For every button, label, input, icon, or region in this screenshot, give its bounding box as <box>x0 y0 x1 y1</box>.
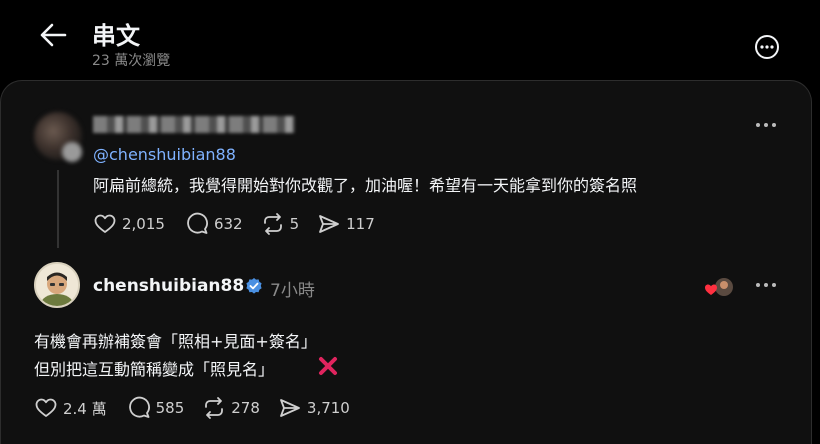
post-actions: 2.4 萬 585 278 3,710 <box>34 396 350 420</box>
repost-icon <box>205 397 224 419</box>
top-bar: 串文 23 萬次瀏覽 <box>0 0 820 80</box>
liked-by-author-icon <box>705 278 733 296</box>
comment-icon <box>187 212 208 234</box>
comment-icon <box>128 396 150 418</box>
reply-text: 阿扁前總統，我覺得開始對你改觀了，加油喔！希望有一天能拿到你的簽名照 <box>93 176 638 195</box>
author-username[interactable]: chenshuibian88 <box>93 276 244 296</box>
repost-icon <box>263 213 282 235</box>
reply-repost-button[interactable]: 5 <box>261 212 300 236</box>
post-repost-count: 278 <box>231 399 260 417</box>
send-icon <box>319 215 340 233</box>
post-time: 7小時 <box>270 281 315 301</box>
mention-link[interactable]: @chenshuibian88 <box>93 145 236 164</box>
post-share-count: 3,710 <box>306 399 350 417</box>
post-comment-button[interactable]: 585 <box>127 396 185 420</box>
reply-share-count: 117 <box>346 215 375 233</box>
blurred-username <box>93 116 295 133</box>
heart-icon <box>35 398 57 417</box>
reply-actions: 2,015 632 5 117 <box>93 212 375 236</box>
send-icon <box>280 399 300 417</box>
reply-share-button[interactable]: 117 <box>317 212 375 236</box>
post-repost-button[interactable]: 278 <box>202 396 260 420</box>
post-text-line-1: 有機會再辦補簽會「照相+見面+簽名」 <box>34 332 317 351</box>
heart-icon <box>94 214 116 233</box>
reply-like-count: 2,015 <box>122 215 165 233</box>
cross-mark-icon <box>319 357 337 375</box>
post-like-button[interactable]: 2.4 萬 <box>34 396 107 420</box>
page-title: 串文 <box>92 22 140 50</box>
post-comment-count: 585 <box>155 399 185 417</box>
post-like-count: 2.4 萬 <box>63 399 107 418</box>
blurred-avatar-badge <box>62 142 82 162</box>
reply-more-icon[interactable] <box>752 116 780 134</box>
post-more-icon[interactable] <box>752 276 780 294</box>
reply-like-button[interactable]: 2,015 <box>93 212 165 236</box>
reply-comment-count: 632 <box>213 215 243 233</box>
author-avatar[interactable] <box>34 262 80 308</box>
reply-comment-button[interactable]: 632 <box>185 212 243 236</box>
post-share-button[interactable]: 3,710 <box>278 396 350 420</box>
portrait-image <box>36 264 78 306</box>
verified-badge-icon <box>246 278 262 294</box>
more-options-icon[interactable] <box>754 34 780 60</box>
view-count: 23 萬次瀏覽 <box>92 53 171 69</box>
reply-repost-count: 5 <box>289 215 300 233</box>
thread-card <box>0 80 812 444</box>
post-text-line-2: 但別把這互動簡稱變成「照見名」 <box>34 360 275 379</box>
back-arrow-icon[interactable] <box>38 22 68 48</box>
thread-connector-line <box>57 170 59 248</box>
